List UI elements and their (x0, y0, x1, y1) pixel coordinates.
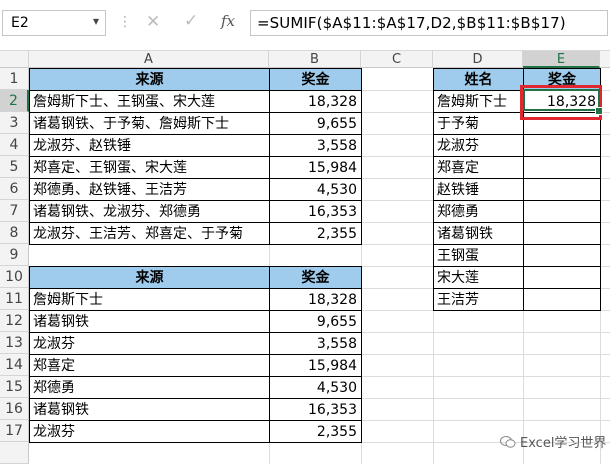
table3-name-cell[interactable]: 龙淑芬 (433, 134, 524, 157)
table1-bonus-cell[interactable]: 4,530 (269, 178, 362, 201)
row-header-17[interactable]: 17 (0, 420, 29, 442)
table1-bonus-cell[interactable]: 18,328 (269, 90, 362, 113)
table2-bonus-cell[interactable]: 16,353 (269, 398, 362, 421)
row-header-15[interactable]: 15 (0, 376, 29, 398)
column-header-c[interactable]: C (361, 51, 433, 68)
table3-name-cell[interactable]: 宋大莲 (433, 266, 524, 289)
active-cell-border (523, 89, 600, 111)
table2-source-cell[interactable]: 郑德勇 (29, 376, 270, 399)
table2-bonus-cell[interactable]: 3,558 (269, 332, 362, 355)
table1-bonus-cell[interactable]: 3,558 (269, 134, 362, 157)
select-all-corner[interactable] (0, 51, 29, 68)
column-header-d[interactable]: D (433, 51, 523, 68)
watermark-text: Excel学习世界 (520, 436, 607, 451)
column-header-b[interactable]: B (269, 51, 361, 68)
table2-header-bonus[interactable]: 奖金 (269, 266, 362, 289)
table1-source-cell[interactable]: 诸葛钢铁、龙淑芬、郑德勇 (29, 200, 270, 223)
table2-bonus-cell[interactable]: 9,655 (269, 310, 362, 333)
table2-bonus-cell[interactable]: 4,530 (269, 376, 362, 399)
formula-bar: E2 ▾ ⋮ ✕ ✓ fx =SUMIF($A$11:$A$17,D2,$B$1… (0, 0, 610, 48)
table1-source-cell[interactable]: 龙淑芬、王洁芳、郑喜定、于予菊 (29, 222, 270, 245)
table1-bonus-cell[interactable]: 2,355 (269, 222, 362, 245)
formula-text: =SUMIF($A$11:$A$17,D2,$B$11:$B$17) (257, 14, 566, 32)
table1-bonus-cell[interactable]: 16,353 (269, 200, 362, 223)
column-header-f[interactable] (600, 51, 610, 68)
table2-source-cell[interactable]: 诸葛钢铁 (29, 398, 270, 421)
row-header-1[interactable]: 1 (0, 68, 29, 90)
column-header-bar: A B C D E (0, 50, 610, 68)
table3-header-name[interactable]: 姓名 (433, 68, 524, 91)
table3-bonus-cell[interactable] (523, 156, 601, 179)
table3-name-cell[interactable]: 郑喜定 (433, 156, 524, 179)
table1-source-cell[interactable]: 詹姆斯下士、王钢蛋、宋大莲 (29, 90, 270, 113)
row-header-2[interactable]: 2 (0, 90, 29, 112)
table2-source-cell[interactable]: 郑喜定 (29, 354, 270, 377)
row-header-10[interactable]: 10 (0, 266, 29, 288)
table3-name-cell[interactable]: 诸葛钢铁 (433, 222, 524, 245)
column-header-a[interactable]: A (29, 51, 269, 68)
row-header-11[interactable]: 11 (0, 288, 29, 310)
wechat-icon (500, 436, 516, 448)
row-header-4[interactable]: 4 (0, 134, 29, 156)
table1-header-source[interactable]: 来源 (29, 68, 270, 91)
row-header-18[interactable] (0, 442, 29, 464)
table2-source-cell[interactable]: 龙淑芬 (29, 420, 270, 443)
table3-bonus-cell[interactable] (523, 244, 601, 267)
table3-name-cell[interactable]: 郑德勇 (433, 200, 524, 223)
insert-function-icon[interactable]: fx (221, 12, 235, 30)
row-header-8[interactable]: 8 (0, 222, 29, 244)
table2-bonus-cell[interactable]: 18,328 (269, 288, 362, 311)
row-header-5[interactable]: 5 (0, 156, 29, 178)
row-header-13[interactable]: 13 (0, 332, 29, 354)
table1-source-cell[interactable]: 龙淑芬、赵铁锤 (29, 134, 270, 157)
table2-source-cell[interactable]: 诸葛钢铁 (29, 310, 270, 333)
table1-bonus-cell[interactable]: 9,655 (269, 112, 362, 135)
table2-bonus-cell[interactable]: 2,355 (269, 420, 362, 443)
table3-name-cell[interactable]: 赵铁锤 (433, 178, 524, 201)
row-header-14[interactable]: 14 (0, 354, 29, 376)
row-header-16[interactable]: 16 (0, 398, 29, 420)
table3-bonus-cell[interactable] (523, 222, 601, 245)
table3-bonus-cell[interactable] (523, 266, 601, 289)
separator-icon: ⋮ (118, 14, 132, 30)
chevron-down-icon[interactable]: ▾ (93, 14, 99, 28)
table1-bonus-cell[interactable]: 15,984 (269, 156, 362, 179)
table1-source-cell[interactable]: 诸葛钢铁、于予菊、詹姆斯下士 (29, 112, 270, 135)
table3-bonus-cell[interactable] (523, 134, 601, 157)
table3-name-cell[interactable]: 詹姆斯下士 (433, 90, 524, 113)
table3-bonus-cell[interactable] (523, 178, 601, 201)
row-header-12[interactable]: 12 (0, 310, 29, 332)
table2-bonus-cell[interactable]: 15,984 (269, 354, 362, 377)
checkmark-icon[interactable]: ✓ (184, 11, 198, 31)
table3-name-cell[interactable]: 王洁芳 (433, 288, 524, 311)
table1-header-bonus[interactable]: 奖金 (269, 68, 362, 91)
table2-source-cell[interactable]: 詹姆斯下士 (29, 288, 270, 311)
watermark: Excel学习世界 (500, 432, 606, 451)
table3-name-cell[interactable]: 于予菊 (433, 112, 524, 135)
table2-header-source[interactable]: 来源 (29, 266, 270, 289)
name-box-value: E2 (11, 15, 29, 31)
table3-bonus-cell[interactable] (523, 288, 601, 311)
formula-input[interactable]: =SUMIF($A$11:$A$17,D2,$B$11:$B$17) (250, 10, 608, 36)
table3-bonus-cell[interactable] (523, 200, 601, 223)
table1-source-cell[interactable]: 郑喜定、王钢蛋、宋大莲 (29, 156, 270, 179)
row-header-7[interactable]: 7 (0, 200, 29, 222)
table1-source-cell[interactable]: 郑德勇、赵铁锤、王洁芳 (29, 178, 270, 201)
name-box[interactable]: E2 ▾ (2, 10, 106, 36)
fill-handle[interactable] (595, 107, 603, 115)
row-header-9[interactable]: 9 (0, 244, 29, 266)
cancel-icon[interactable]: ✕ (146, 12, 160, 32)
column-header-e[interactable]: E (523, 51, 600, 68)
row-header-3[interactable]: 3 (0, 112, 29, 134)
table3-name-cell[interactable]: 王钢蛋 (433, 244, 524, 267)
row-header-6[interactable]: 6 (0, 178, 29, 200)
table2-source-cell[interactable]: 龙淑芬 (29, 332, 270, 355)
